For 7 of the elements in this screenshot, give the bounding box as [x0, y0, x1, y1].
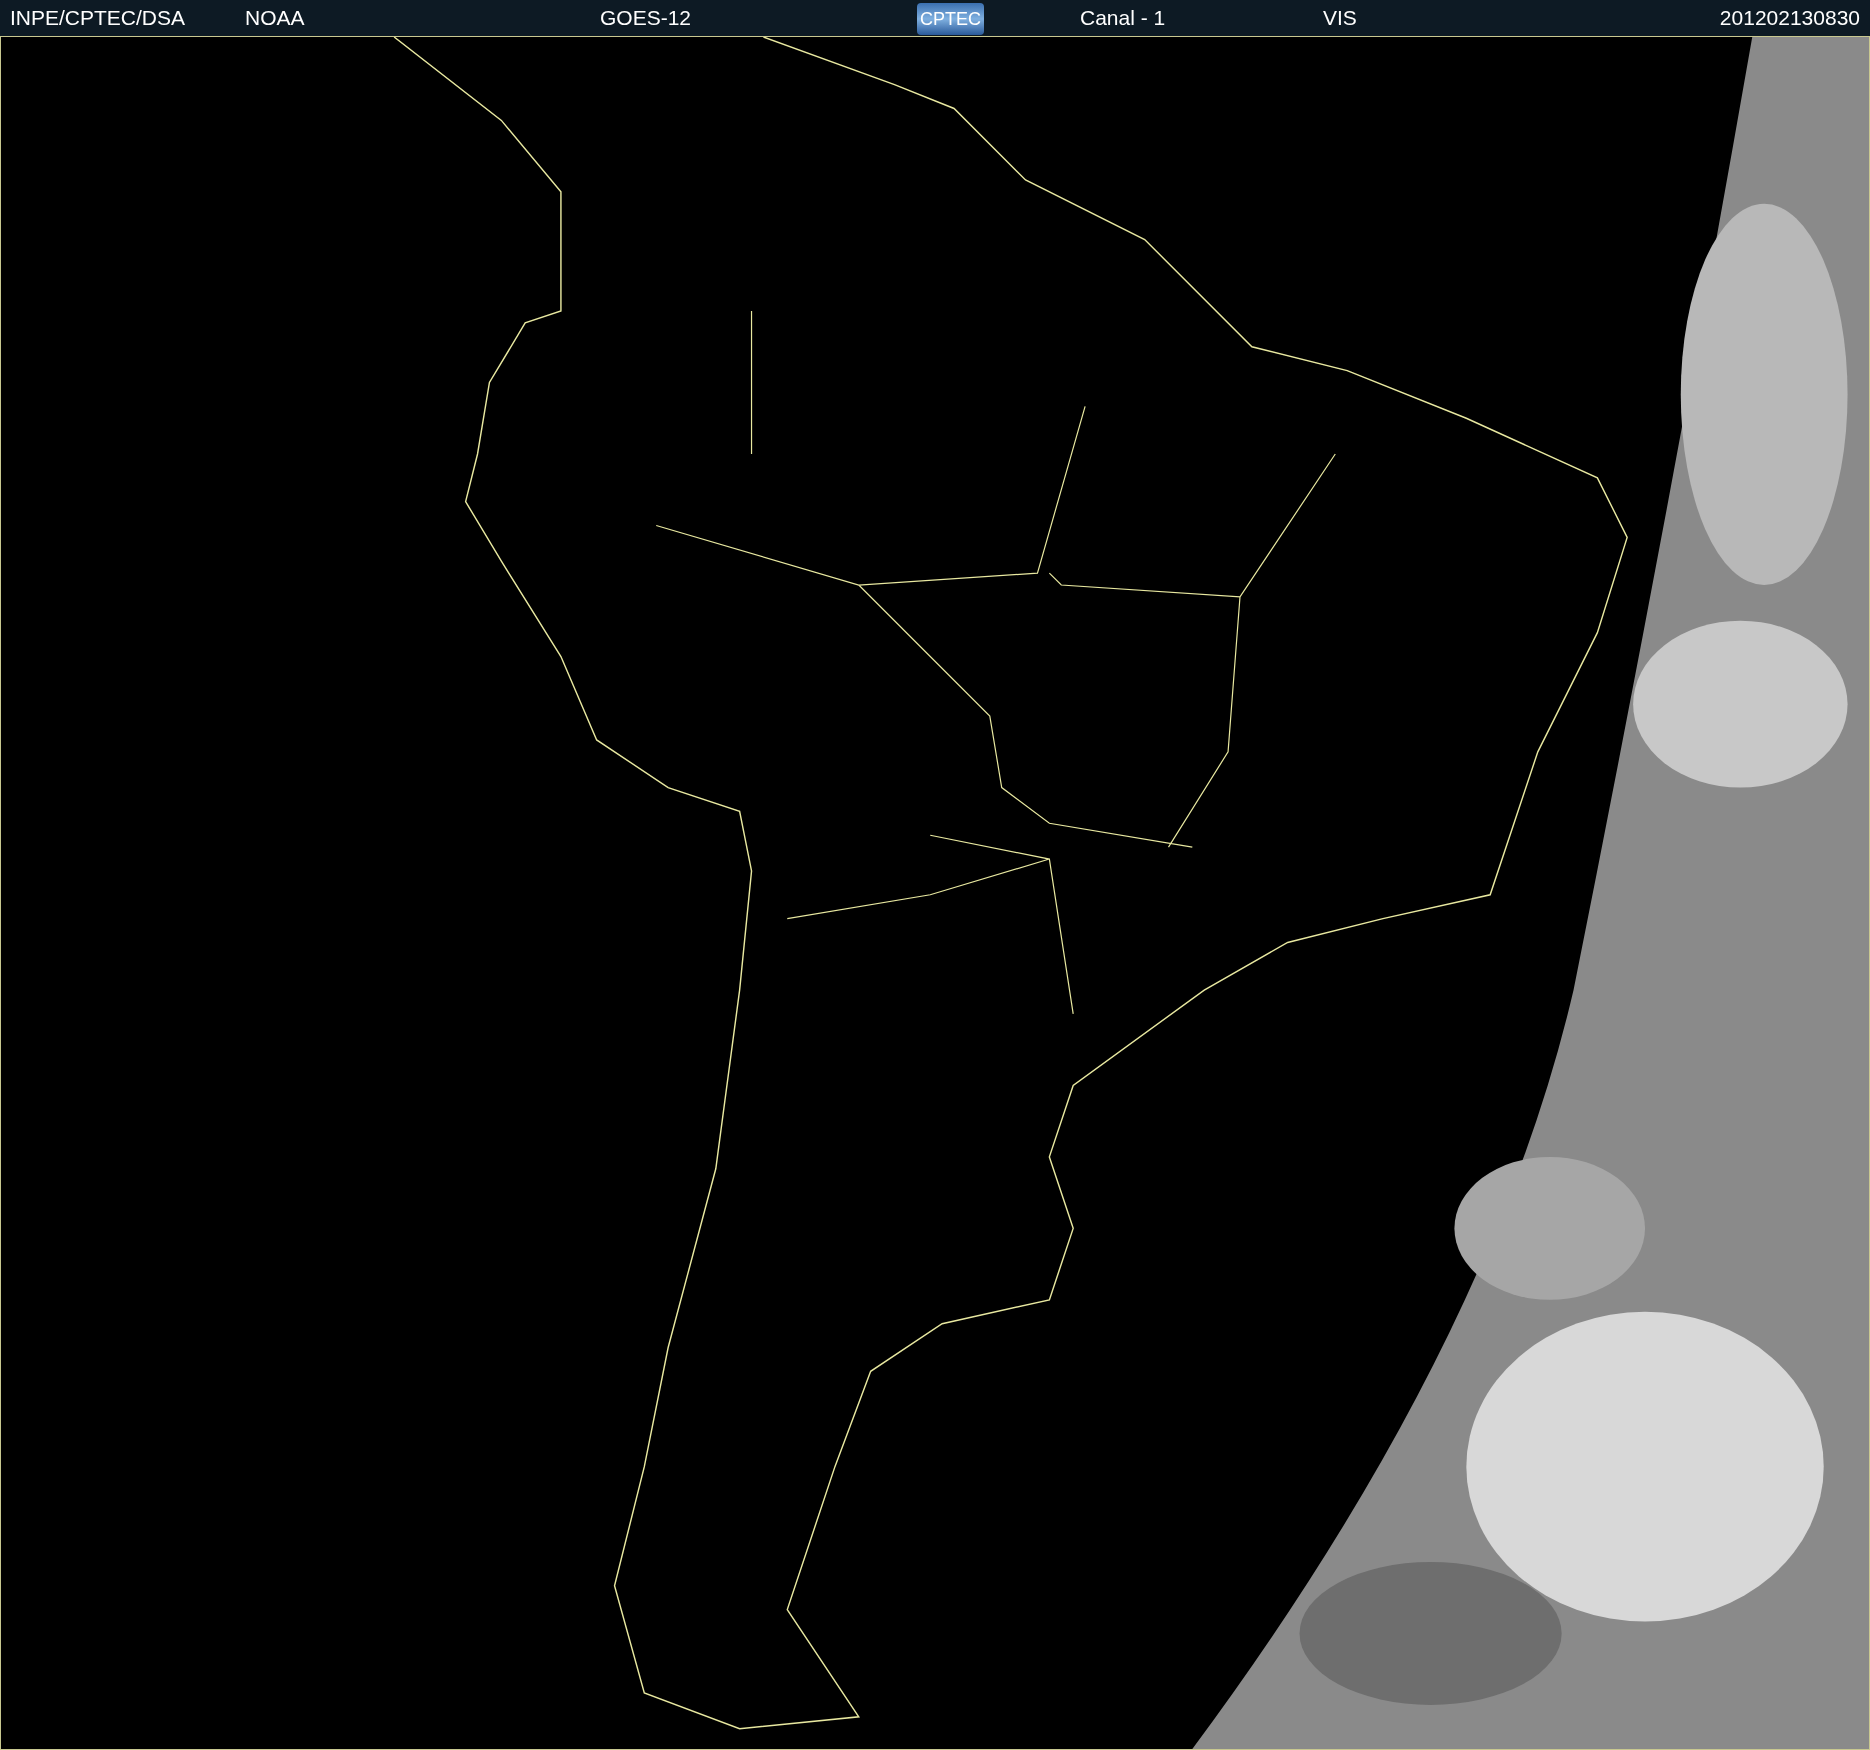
header-label: Canal - 1: [1080, 6, 1166, 30]
header-label: INPE/CPTEC/DSA: [10, 6, 186, 30]
header-label: 201202130830: [1719, 6, 1860, 30]
logo: CPTEC: [917, 2, 984, 35]
header-label: NOAA: [245, 6, 305, 30]
header-label: VIS: [1323, 6, 1357, 30]
header-label: GOES-12: [600, 6, 692, 30]
